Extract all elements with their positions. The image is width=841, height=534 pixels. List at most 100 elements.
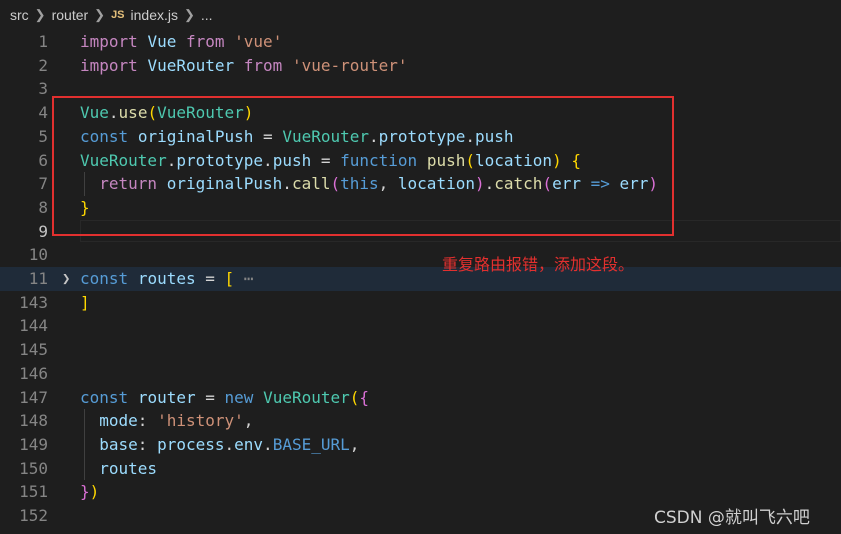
code-token: const: [80, 387, 129, 407]
line-number: 8: [38, 197, 48, 217]
code-token: import: [80, 32, 138, 51]
code-text: const router = new VueRouter({: [80, 386, 369, 410]
code-line[interactable]: 146: [0, 362, 841, 386]
breadcrumb-symbol[interactable]: ...: [201, 7, 213, 23]
code-token: VueRouter: [263, 387, 350, 407]
code-text: ]: [80, 291, 90, 315]
code-token: ⋯: [243, 269, 254, 288]
code-line[interactable]: 10: [0, 243, 841, 267]
breadcrumb-file[interactable]: index.js: [131, 7, 178, 23]
code-token: :: [137, 434, 158, 454]
code-token: ]: [80, 292, 90, 312]
code-token: }: [80, 482, 90, 502]
line-number: 152: [19, 506, 48, 525]
code-token: mode: [99, 411, 138, 431]
code-token: [: [224, 269, 235, 288]
code-token: process: [157, 434, 225, 454]
code-token: 'vue': [234, 32, 283, 51]
code-token: (: [349, 387, 360, 407]
code-token: routes: [99, 458, 158, 478]
code-text: routes: [80, 457, 157, 481]
chevron-right-icon: ❯: [94, 7, 106, 22]
code-line[interactable]: 143]: [0, 291, 841, 315]
code-line[interactable]: 11 ❯ const routes = [ ⋯: [0, 267, 841, 291]
code-line[interactable]: 2 import VueRouter from 'vue-router': [0, 54, 841, 78]
code-token: {: [359, 387, 370, 407]
code-token: .: [224, 434, 235, 454]
line-number: 150: [19, 458, 48, 478]
code-text: const routes = [ ⋯: [80, 267, 253, 291]
code-line[interactable]: 145: [0, 338, 841, 362]
code-line[interactable]: 147 const router = new VueRouter({: [0, 386, 841, 410]
line-number: 10: [28, 245, 48, 265]
code-token: router: [137, 387, 196, 407]
code-line[interactable]: 149 base: process.env.BASE_URL,: [0, 433, 841, 457]
code-text: mode: 'history',: [80, 409, 253, 433]
chevron-right-icon: ❯: [184, 7, 195, 22]
js-file-icon: JS: [111, 9, 125, 21]
line-number: 149: [19, 434, 48, 454]
code-token: .: [263, 434, 273, 454]
line-number: 11: [28, 269, 48, 288]
code-token: Vue: [147, 32, 177, 51]
code-token: BASE_URL: [272, 434, 350, 454]
code-line[interactable]: 144: [0, 314, 841, 338]
code-line[interactable]: 148 mode: 'history',: [0, 409, 841, 433]
code-text: }): [80, 480, 99, 504]
line-number: 148: [19, 411, 48, 431]
code-token: ,: [349, 434, 360, 454]
code-token: base: [99, 434, 138, 454]
line-number: 7: [38, 174, 48, 194]
line-number: 2: [38, 55, 48, 75]
code-token: 'history': [157, 411, 244, 431]
breadcrumb-src[interactable]: src: [10, 7, 29, 23]
code-line[interactable]: 1 import Vue from 'vue': [0, 30, 841, 54]
code-token: =: [195, 387, 225, 407]
code-token: =: [195, 269, 225, 288]
line-number: 6: [38, 150, 48, 170]
code-text: import Vue from 'vue': [80, 30, 282, 54]
code-token: new: [224, 387, 254, 407]
line-number: 4: [38, 103, 48, 123]
indent-guide: [84, 409, 85, 481]
line-number: 146: [19, 363, 48, 383]
code-token: routes: [137, 269, 196, 288]
highlight-box: [52, 96, 674, 236]
chevron-right-icon[interactable]: ❯: [62, 267, 70, 291]
breadcrumb: src ❯ router ❯ JS index.js ❯ ...: [0, 0, 841, 30]
breadcrumb-router[interactable]: router: [52, 7, 89, 23]
code-text: import VueRouter from 'vue-router': [80, 54, 408, 78]
code-line[interactable]: 151}): [0, 480, 841, 504]
line-number: 147: [19, 387, 48, 407]
code-token: ,: [243, 411, 254, 431]
line-number: 143: [19, 292, 48, 312]
code-text: base: process.env.BASE_URL,: [80, 433, 359, 457]
line-number: 145: [19, 340, 48, 360]
code-token: const: [80, 269, 129, 288]
line-number: 3: [38, 79, 48, 99]
line-number: 5: [38, 126, 48, 146]
line-number: 1: [38, 32, 48, 51]
code-line[interactable]: 150 routes: [0, 457, 841, 481]
code-token: ): [89, 482, 100, 502]
code-token: env: [234, 434, 264, 454]
code-token: VueRouter: [147, 55, 235, 75]
code-token: 'vue-router': [291, 55, 408, 75]
line-number: 144: [19, 316, 48, 336]
code-token: import: [80, 55, 138, 75]
code-token: from: [243, 55, 283, 75]
